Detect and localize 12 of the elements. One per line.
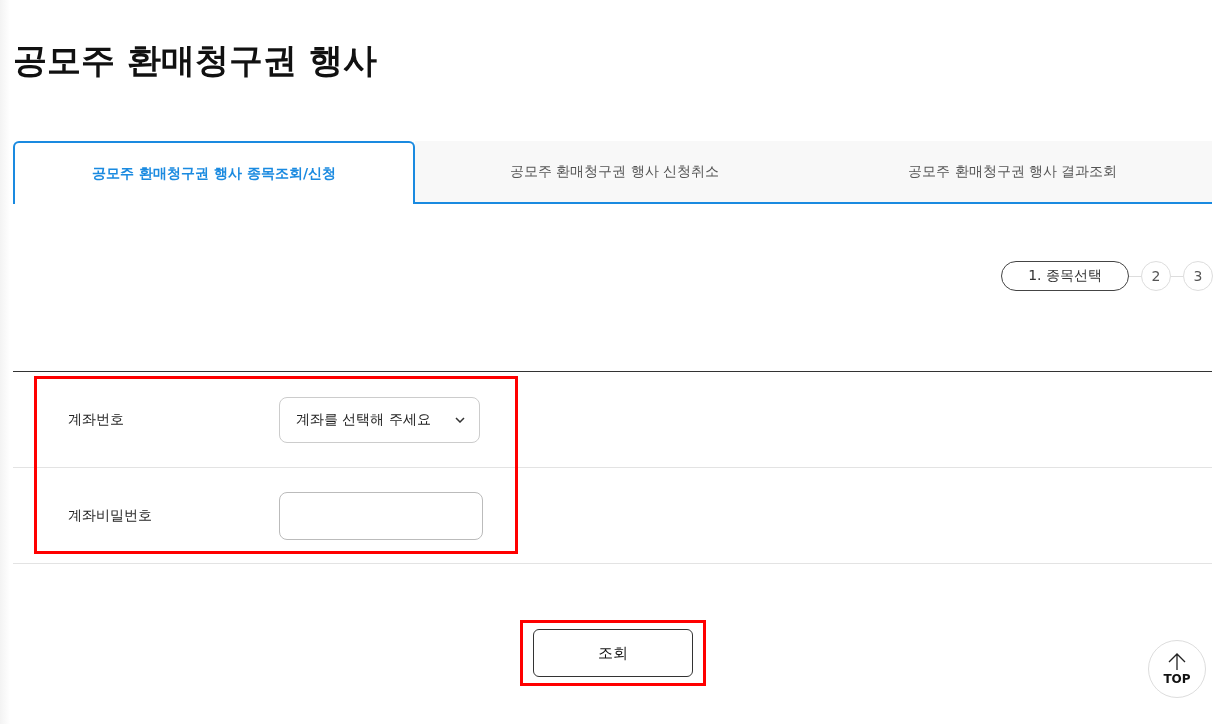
field-label: 계좌비밀번호 <box>67 506 153 525</box>
password-field[interactable] <box>279 491 483 540</box>
chevron-down-icon <box>455 416 465 423</box>
top-button[interactable]: TOP <box>1148 640 1206 698</box>
page-title: 공모주 환매청구권 행사 <box>13 39 377 82</box>
tab[interactable]: 공모주 환매청구권 행사 신청취소 <box>415 141 814 204</box>
search-button[interactable]: 조회 <box>532 629 693 677</box>
tab[interactable]: 공모주 환매청구권 행사 종목조회/신청 <box>13 141 416 204</box>
up-arrow-icon <box>1167 652 1187 671</box>
tab[interactable]: 공모주 환매청구권 행사 결과조회 <box>813 141 1212 204</box>
field-label: 계좌번호 <box>67 410 125 429</box>
account-select[interactable]: 계좌를 선택해 주세요 <box>279 396 480 443</box>
